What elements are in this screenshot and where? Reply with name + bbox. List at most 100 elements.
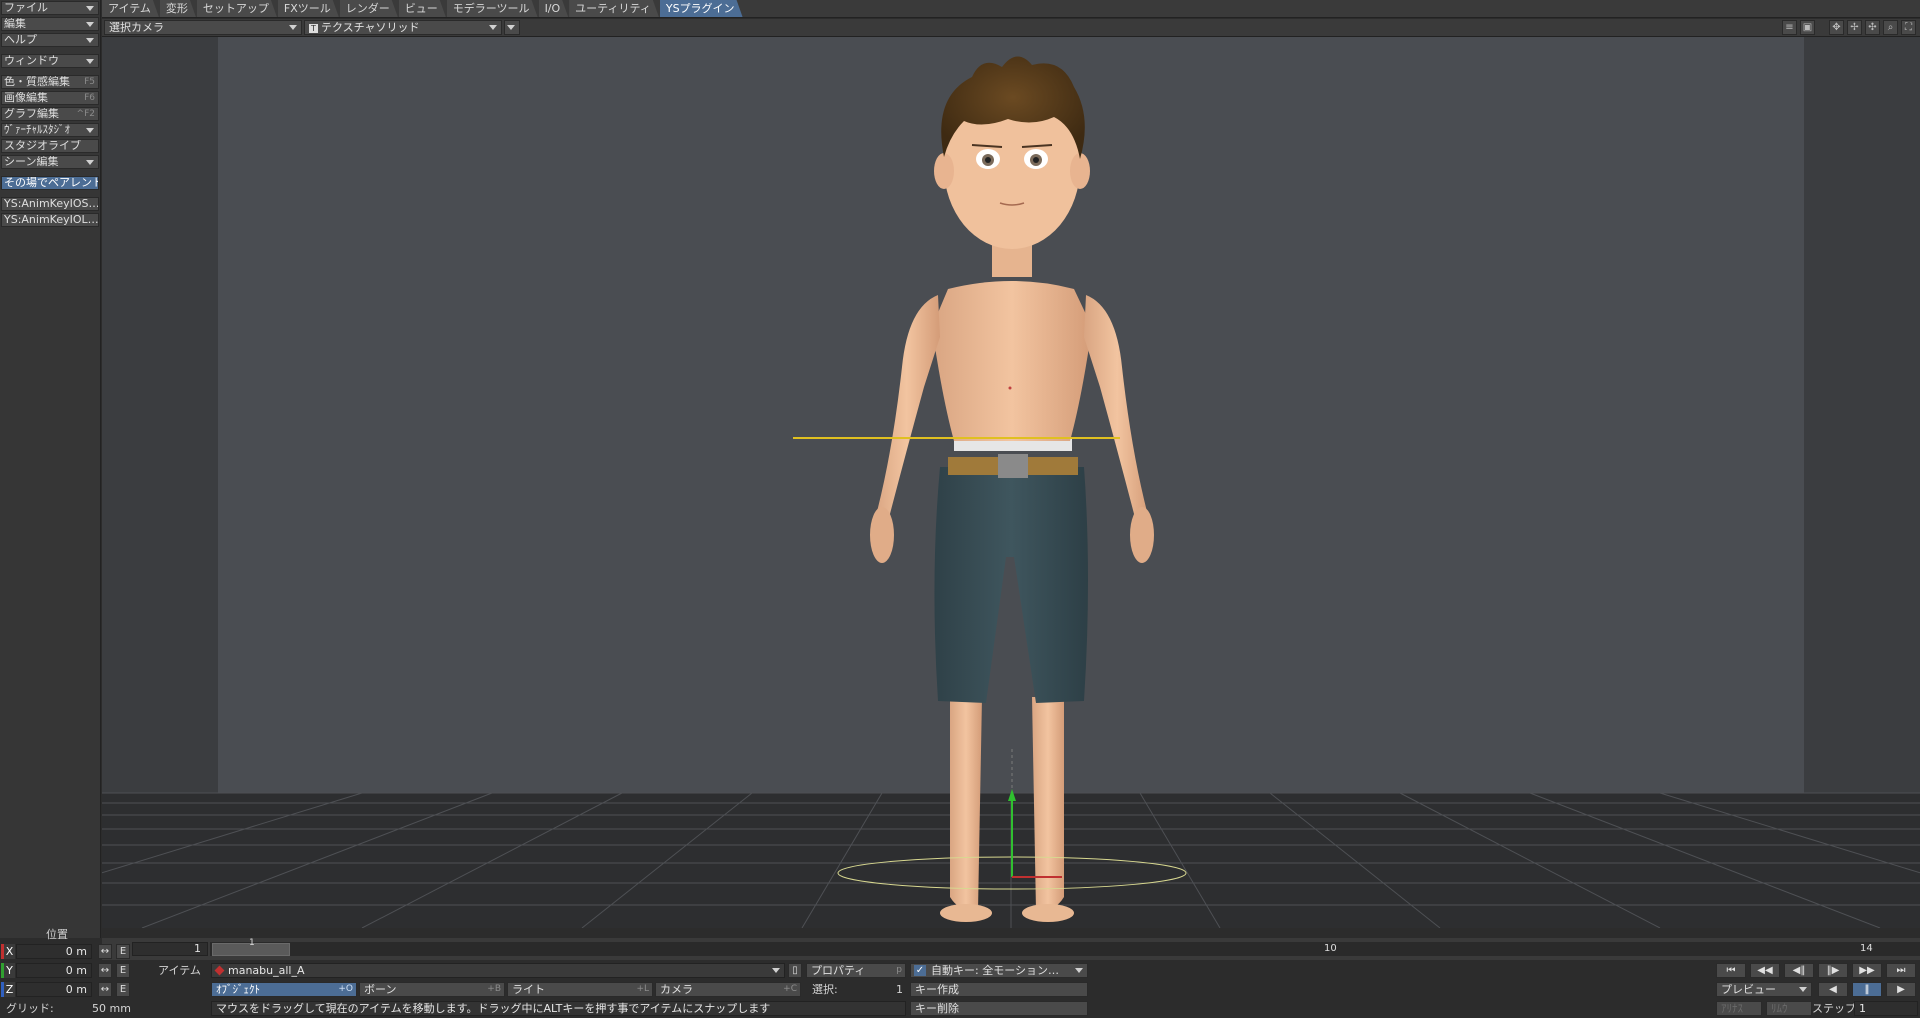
x-envelope-button[interactable]: E (116, 944, 130, 959)
chevron-down-icon (86, 160, 94, 165)
y-axis-label: Y (1, 963, 15, 978)
scene-edit-button[interactable]: シーン編集 (1, 155, 99, 169)
properties-button[interactable]: プロパティ p (806, 963, 906, 978)
chevron-down-icon (86, 6, 94, 11)
tab-view[interactable]: ビュー (399, 0, 446, 17)
tab-io[interactable]: I/O (539, 0, 569, 17)
item-label: アイテム (158, 964, 201, 977)
studio-live-button[interactable]: スタジオライブ (1, 139, 99, 153)
play-reverse-icon[interactable]: ◀ (1818, 982, 1848, 997)
fit-view-icon[interactable]: ⛶ (1901, 20, 1916, 35)
item-toggle-icon[interactable]: ▯ (788, 963, 802, 978)
chevron-down-icon (86, 22, 94, 27)
first-frame-icon[interactable]: ⏮ (1716, 963, 1746, 978)
image-label: 画像編集 (4, 91, 48, 104)
zoom-icon[interactable]: ⌕ (1883, 20, 1898, 35)
x-reset-icon[interactable]: ↔ (98, 944, 112, 959)
tab-items[interactable]: アイテム (102, 0, 159, 17)
chevron-down-icon (489, 25, 497, 30)
pan-view-icon[interactable]: ✣ (1865, 20, 1880, 35)
next-key-icon[interactable]: ▶▶ (1852, 963, 1882, 978)
file-menu-button[interactable]: ファイル (1, 1, 99, 15)
edit-menu-button[interactable]: 編集 (1, 17, 99, 31)
y-position-field[interactable]: 0 m (16, 963, 92, 978)
step-forward-icon[interactable]: ‖▶ (1818, 963, 1848, 978)
last-frame-icon[interactable]: ⏭ (1886, 963, 1916, 978)
tab-modeler-tools[interactable]: モデラーツール (447, 0, 538, 17)
image-hotkey: F6 (84, 93, 95, 103)
chevron-down-icon (289, 25, 297, 30)
tab-ys-plugins[interactable]: YSプラグイン (660, 0, 743, 17)
plugin-animkey-save-button[interactable]: YS:AnimKeyIOS… (1, 197, 99, 211)
viewport-options-dropdown[interactable] (504, 20, 520, 35)
x-axis-label: X (1, 944, 15, 959)
window-menu-button[interactable]: ウィンドウ (1, 54, 99, 68)
layout-app: アイテム 変形 セットアップ FXツール レンダー ビュー モデラーツール I/… (0, 0, 1920, 1018)
previous-key-icon[interactable]: ◀◀ (1750, 963, 1780, 978)
camera-select[interactable]: 選択カメラ (104, 20, 302, 35)
tab-modify[interactable]: 変形 (160, 0, 196, 17)
plugin1-label: YS:AnimKeyIOS… (4, 197, 99, 210)
camera-mode-button[interactable]: カメラ +C (655, 982, 801, 997)
selected-count: 1 (896, 983, 903, 996)
image-editor-button[interactable]: 画像編集 F6 (1, 91, 99, 105)
list-icon[interactable]: ≡ (1782, 20, 1797, 35)
preview-select[interactable]: プレビュー (1716, 982, 1812, 997)
tab-render[interactable]: レンダー (340, 0, 398, 17)
y-envelope-button[interactable]: E (116, 963, 130, 978)
render-mode-icon: T (309, 24, 318, 33)
auto-key-select[interactable]: ✓ 自動キー: 全モーション… (910, 963, 1088, 978)
virtual-studio-label: ｳﾞｧｰﾁｬﾙｽﾀｼﾞｵ (4, 123, 70, 136)
graph-editor-button[interactable]: グラフ編集 ^F2 (1, 107, 99, 121)
delete-key-button[interactable]: キー削除 (910, 1001, 1088, 1016)
z-envelope-button[interactable]: E (116, 982, 130, 997)
record-button[interactable]: ｱﾘﾅｽ (1716, 1001, 1762, 1016)
y-reset-icon[interactable]: ↔ (98, 963, 112, 978)
tab-setup[interactable]: セットアップ (197, 0, 277, 17)
plugin2-label: YS:AnimKeyIOL… (4, 213, 99, 226)
virtual-studio-button[interactable]: ｳﾞｧｰﾁｬﾙｽﾀｼﾞｵ (1, 123, 99, 137)
object-mode-button[interactable]: ｵﾌﾞｼﾞｪｸﾄ +O (211, 982, 357, 997)
step-back-icon[interactable]: ◀‖ (1784, 963, 1814, 978)
remove-button[interactable]: ﾘﾑｳ (1766, 1001, 1812, 1016)
move-view-icon[interactable]: ✥ (1829, 20, 1844, 35)
z-reset-icon[interactable]: ↔ (98, 982, 112, 997)
play-icon[interactable]: ▶ (1886, 982, 1916, 997)
chevron-down-icon (86, 59, 94, 64)
step-field[interactable]: 1 (1854, 1001, 1918, 1016)
preview-label: プレビュー (1721, 983, 1776, 996)
z-axis-label: Z (1, 982, 15, 997)
render-mode-select[interactable]: T テクスチャソリッド (304, 20, 502, 35)
x-position-field[interactable]: 0 m (16, 944, 92, 959)
reparent-in-place-button[interactable]: その場でペアレント (1, 176, 99, 190)
plugin-animkey-load-button[interactable]: YS:AnimKeyIOL… (1, 213, 99, 227)
window-label: ウィンドウ (4, 54, 59, 67)
pause-icon[interactable]: ‖ (1852, 982, 1882, 997)
tab-fx-tools[interactable]: FXツール (278, 0, 339, 17)
chevron-down-icon (86, 38, 94, 43)
camera-hotkey: +C (783, 984, 797, 994)
camera-viewport[interactable] (102, 37, 1920, 928)
surface-editor-button[interactable]: 色・質感編集 F5 (1, 75, 99, 89)
viewport-controls: ≡ ▣ ✥ ✢ ✣ ⌕ ⛶ (1782, 20, 1916, 35)
help-menu-button[interactable]: ヘルプ (1, 33, 99, 47)
bone-mode-button[interactable]: ボーン +B (359, 982, 505, 997)
light-label: ライト (512, 983, 545, 996)
current-item-select[interactable]: manabu_all_A (211, 963, 785, 978)
help-label: ヘルプ (4, 33, 37, 46)
properties-label: プロパティ (811, 964, 866, 977)
status-bar: マウスをドラッグして現在のアイテムを移動します。ドラッグ中にALTキーを押す事で… (211, 1001, 906, 1016)
studio-live-label: スタジオライブ (4, 139, 81, 152)
chevron-down-icon (507, 25, 515, 30)
tab-utilities[interactable]: ユーティリティ (569, 0, 659, 17)
step-label: ステップ (1812, 1002, 1856, 1015)
playback-controls: ⏮ ◀◀ ◀‖ ‖▶ ▶▶ ⏭ (1716, 963, 1918, 978)
rotate-view-icon[interactable]: ✢ (1847, 20, 1862, 35)
chevron-down-icon (772, 968, 780, 973)
maximize-icon[interactable]: ▣ (1800, 20, 1815, 35)
z-position-field[interactable]: 0 m (16, 982, 92, 997)
create-key-button[interactable]: キー作成 (910, 982, 1088, 997)
light-mode-button[interactable]: ライト +L (507, 982, 653, 997)
light-hotkey: +L (636, 984, 649, 994)
